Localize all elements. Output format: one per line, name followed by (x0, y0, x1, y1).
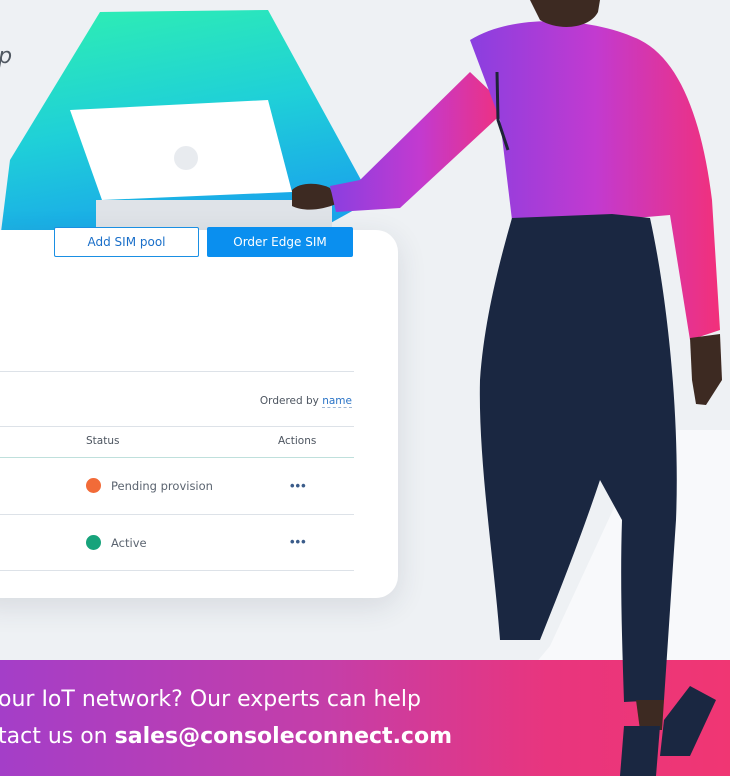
left-hand (292, 183, 336, 210)
order-edge-sim-button[interactable]: Order Edge SIM (207, 227, 353, 257)
status-label: Active (111, 535, 147, 550)
table-row-1-status: Pending provision (86, 478, 213, 493)
table-row-2-status: Active (86, 535, 147, 550)
person-illustration (292, 0, 722, 776)
right-shoe (660, 686, 716, 756)
left-sleeve (330, 72, 508, 212)
banner-prefix: tact us on (0, 724, 115, 749)
add-sim-pool-button-top[interactable]: Add SIM pool (54, 227, 199, 257)
status-label: Pending provision (111, 478, 213, 493)
status-dot-pending (86, 478, 101, 493)
pants (479, 214, 677, 702)
right-hand (690, 334, 722, 405)
ankle (636, 700, 664, 730)
col-status-header: Status (86, 435, 120, 447)
laptop-camera-dot (174, 146, 198, 170)
status-dot-active (86, 535, 101, 550)
left-shoe (620, 726, 660, 776)
